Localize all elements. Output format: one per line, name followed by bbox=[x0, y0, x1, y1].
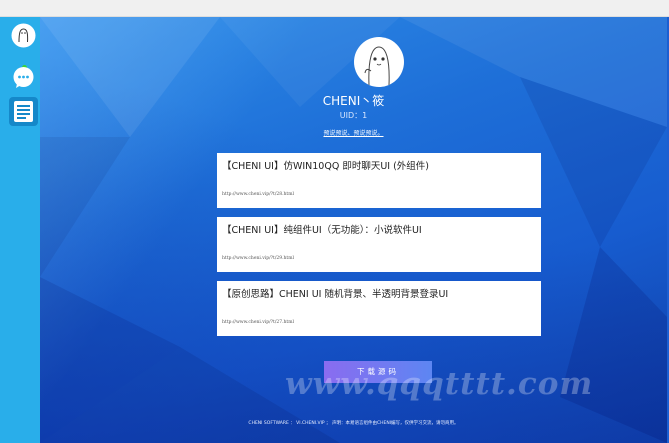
article-url[interactable]: http://www.cheni.vip/?t/27.html bbox=[222, 320, 294, 325]
download-source-button[interactable]: 下载源码 bbox=[324, 361, 432, 383]
profile-username: CHENI丶筱 bbox=[322, 94, 385, 108]
article-card[interactable]: 【原创思路】CHENI UI 随机背景、半透明背景登录UI http://www… bbox=[217, 281, 541, 336]
sidebar-list-button[interactable] bbox=[9, 97, 38, 126]
sidebar-avatar-button[interactable] bbox=[11, 23, 36, 48]
profile-link-1[interactable]: 预说预说、 bbox=[323, 130, 353, 137]
profile-avatar[interactable] bbox=[354, 37, 404, 87]
main-panel: CHENI丶筱 UID：1 预说预说、预说预说。 【CHENI UI】仿WIN1… bbox=[40, 17, 667, 443]
article-title: 【原创思路】CHENI UI 随机背景、半透明背景登录UI bbox=[222, 289, 449, 300]
article-url[interactable]: http://www.cheni.vip/?t/29.html bbox=[222, 256, 294, 261]
cartoon-avatar-icon bbox=[364, 46, 390, 86]
article-title: 【CHENI UI】纯组件UI（无功能）：小说软件UI bbox=[222, 225, 422, 236]
sidebar bbox=[0, 17, 40, 443]
article-title: 【CHENI UI】仿WIN10QQ 即时聊天UI (外组件) bbox=[222, 161, 430, 172]
avatar-icon bbox=[11, 23, 36, 48]
footer-text: CHENI SOFTWARE ： VI.CHENI.VIP ； 声明：本易语言组… bbox=[248, 421, 459, 426]
chat-icon bbox=[13, 67, 34, 88]
profile-link-2[interactable]: 预说预说。 bbox=[354, 130, 384, 137]
article-card[interactable]: 【CHENI UI】仿WIN10QQ 即时聊天UI (外组件) http://w… bbox=[217, 153, 541, 208]
window-top-bar bbox=[0, 0, 669, 17]
profile-links: 预说预说、预说预说。 bbox=[40, 128, 667, 137]
article-url[interactable]: http://www.cheni.vip/?t/28.html bbox=[222, 192, 294, 197]
article-card[interactable]: 【CHENI UI】纯组件UI（无功能）：小说软件UI http://www.c… bbox=[217, 217, 541, 272]
sidebar-chat-button[interactable] bbox=[11, 65, 36, 90]
list-icon bbox=[14, 101, 33, 122]
profile-uid: UID：1 bbox=[339, 111, 368, 120]
